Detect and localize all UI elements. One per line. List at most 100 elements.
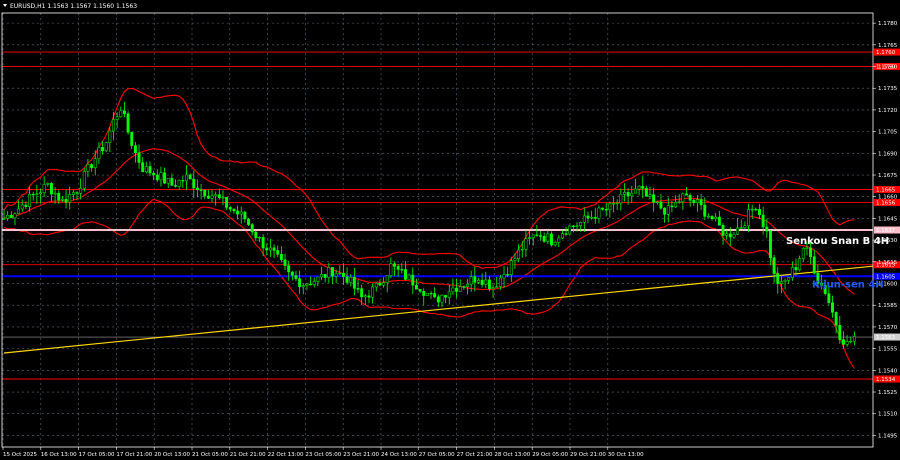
candle-body — [783, 279, 787, 282]
candle-body — [258, 237, 261, 239]
kijun-label: Kijun-sen 4H — [812, 280, 884, 291]
candle-body — [703, 204, 707, 217]
y-tick-label: 1.1705 — [878, 130, 898, 136]
candle-body — [659, 201, 663, 209]
candle-body — [31, 193, 35, 196]
candle-body — [714, 216, 718, 220]
candle-body — [13, 213, 17, 219]
candle-body — [393, 263, 396, 267]
candle-body — [593, 216, 597, 219]
candle-body — [750, 208, 754, 211]
candle-body — [725, 233, 729, 236]
candle-body — [436, 296, 440, 303]
candle-body — [805, 247, 809, 249]
candle-body — [798, 258, 802, 271]
x-tick-label: 29 Oct 21:00 — [570, 452, 606, 458]
candle-body — [801, 248, 805, 259]
candle-body — [28, 193, 31, 207]
candle-body — [192, 178, 196, 189]
candle-body — [838, 325, 842, 340]
candle-body — [276, 250, 280, 255]
candle-body — [608, 203, 612, 211]
candle-body — [170, 177, 174, 186]
candle-body — [389, 263, 393, 276]
candle-body — [787, 277, 791, 281]
candle-body — [433, 293, 437, 298]
y-tick-label: 1.1585 — [878, 303, 898, 309]
candle-body — [623, 192, 626, 195]
candle-body — [455, 287, 459, 292]
candle-body — [254, 231, 258, 238]
candle-body — [688, 195, 692, 201]
candle-body — [320, 274, 323, 278]
level-tag-label: 1.1563 — [876, 335, 896, 341]
candle-body — [550, 233, 553, 246]
candle-body — [20, 204, 24, 210]
candle-body — [261, 237, 265, 249]
candle-body — [6, 214, 10, 219]
candle-body — [604, 209, 608, 211]
candle-body — [214, 194, 218, 197]
candle-body — [349, 276, 353, 283]
x-tick-label: 23 Oct 05:00 — [305, 452, 341, 458]
candle-body — [633, 188, 637, 194]
candle-body — [597, 207, 601, 219]
candle-body — [739, 227, 743, 229]
candle-body — [747, 209, 751, 227]
candle-body — [812, 256, 816, 274]
y-tick-label: 1.1720 — [878, 108, 898, 114]
candle-body — [728, 233, 732, 238]
y-tick-label: 1.1645 — [878, 216, 898, 222]
candle-body — [152, 172, 156, 176]
candle-body — [130, 132, 134, 146]
candle-body — [166, 177, 170, 184]
candle-body — [382, 282, 386, 286]
candle-body — [316, 276, 320, 282]
y-tick-label: 1.1750 — [878, 65, 898, 71]
candle-body — [309, 283, 313, 286]
candle-body — [137, 152, 141, 163]
candle-body — [400, 269, 404, 271]
candle-body — [601, 207, 605, 210]
candle-body — [141, 162, 145, 173]
candle-body — [466, 283, 469, 287]
level-tag-label: 1.1760 — [876, 50, 896, 56]
candle-body — [250, 224, 254, 233]
candle-body — [232, 208, 236, 212]
candle-body — [239, 211, 243, 215]
candle-body — [582, 215, 586, 223]
candle-body — [612, 203, 615, 205]
candle-body — [641, 185, 645, 189]
candle-body — [444, 294, 448, 298]
candle-body — [666, 205, 670, 215]
candle-body — [210, 195, 214, 199]
candle-body — [425, 292, 429, 296]
candle-body — [301, 285, 305, 288]
candle-body — [82, 171, 86, 189]
candle-body — [477, 279, 480, 283]
candle-body — [265, 247, 269, 251]
candle-body — [852, 336, 856, 342]
candle-body — [754, 208, 758, 211]
candle-body — [115, 116, 119, 120]
candle-body — [64, 198, 68, 203]
candle-body — [827, 293, 831, 303]
candle-body — [312, 281, 316, 285]
candle-body — [71, 192, 75, 195]
candle-body — [506, 274, 510, 276]
candle-body — [221, 196, 225, 199]
candle-body — [462, 286, 466, 288]
candle-body — [546, 233, 550, 242]
x-tick-label: 28 Oct 13:00 — [494, 452, 530, 458]
candle-body — [440, 294, 444, 303]
candle-body — [46, 183, 50, 185]
x-tick-label: 23 Oct 21:00 — [343, 452, 379, 458]
candle-body — [520, 248, 524, 251]
candle-body — [112, 119, 115, 132]
candle-body — [39, 192, 42, 195]
candle-body — [119, 110, 123, 118]
candle-body — [294, 275, 298, 279]
candle-body — [652, 194, 656, 203]
candle-body — [163, 172, 167, 184]
candle-body — [414, 284, 418, 290]
